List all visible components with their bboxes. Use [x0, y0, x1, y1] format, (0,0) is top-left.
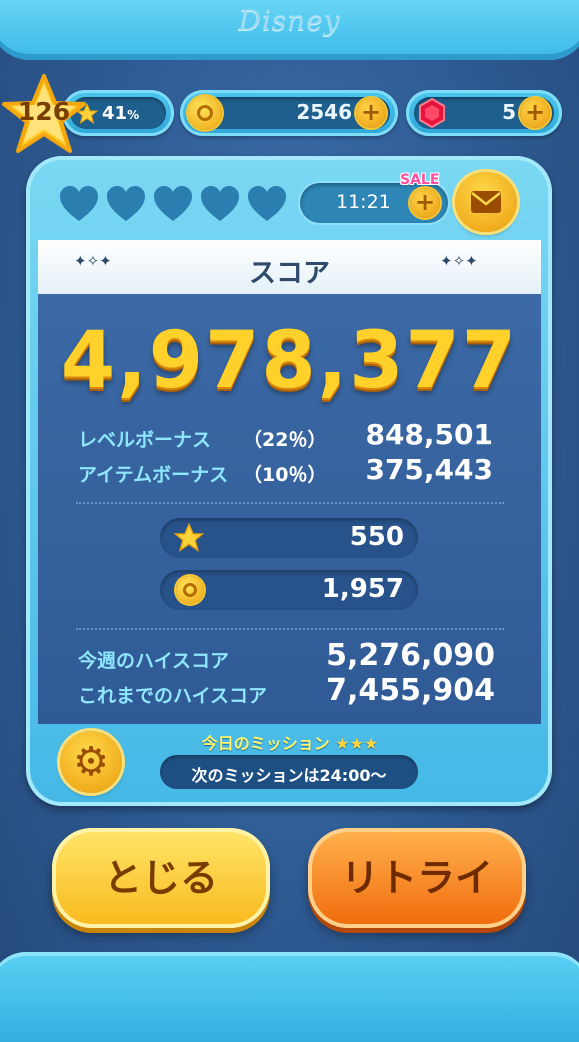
- sale-badge: SALE: [400, 172, 440, 188]
- mail-icon: [471, 191, 501, 213]
- gems-value: 5: [502, 100, 516, 124]
- level-bonus-value: 848,501: [365, 418, 493, 451]
- coins-value: 2546: [296, 100, 352, 124]
- level-percent-unit: %: [127, 108, 140, 122]
- item-bonus-pct: （10％）: [243, 464, 327, 486]
- sparkle-icon: ✦✧✦: [440, 252, 478, 270]
- next-mission-text: 次のミッションは24:00〜: [191, 766, 387, 785]
- all-time-high-value: 7,455,904: [326, 673, 495, 708]
- add-gems-button[interactable]: +: [520, 98, 550, 128]
- exp-star-icon: [174, 523, 204, 552]
- weekly-high-value: 5,276,090: [326, 638, 495, 673]
- level-percent: 41%: [102, 103, 139, 124]
- weekly-high-label: 今週のハイスコア: [78, 650, 230, 672]
- divider: [76, 502, 504, 504]
- bottom-bar: [0, 952, 579, 1042]
- mailbox-button[interactable]: [455, 172, 517, 232]
- heart-icon: [107, 186, 145, 221]
- settings-button[interactable]: ⚙: [60, 731, 122, 793]
- coin-icon: [176, 576, 204, 604]
- buy-hearts-button[interactable]: +: [410, 188, 440, 218]
- all-time-high-label: これまでのハイスコア: [78, 685, 268, 707]
- daily-mission-label: 今日のミッション: [201, 734, 330, 753]
- item-bonus-label: アイテムボーナス: [78, 464, 229, 486]
- gems-pill: 5 +: [406, 90, 562, 136]
- level-number: 126: [17, 97, 71, 126]
- coins-earned-pill: 1,957: [160, 570, 418, 610]
- exp-earned-pill: 550: [160, 518, 418, 558]
- heart-icon: [201, 186, 239, 221]
- mission-stars: ★★★: [335, 734, 379, 753]
- divider: [76, 628, 504, 630]
- level-bonus-pct: （22％）: [243, 429, 327, 451]
- heart-icon: [248, 186, 286, 221]
- coins-earned-value: 1,957: [321, 574, 404, 604]
- heart-timer: 11:21: [336, 191, 391, 213]
- total-score: 4,978,377: [60, 316, 519, 406]
- heart-icon: [60, 186, 98, 221]
- level-percent-value: 41: [102, 103, 128, 124]
- gear-icon: ⚙: [73, 739, 109, 785]
- heart-icon: [154, 186, 192, 221]
- item-bonus-value: 375,443: [365, 453, 493, 486]
- retry-button[interactable]: リトライ: [308, 828, 526, 928]
- brand-logo: Disney: [238, 4, 341, 37]
- coin-icon: [188, 96, 222, 130]
- close-button[interactable]: とじる: [52, 828, 270, 928]
- exp-star-icon: [76, 103, 98, 125]
- coins-pill: 2546 +: [180, 90, 398, 136]
- level-bonus-label: レベルボーナス: [78, 429, 212, 451]
- gem-icon: [419, 97, 445, 129]
- daily-mission-title: 今日のミッション ★★★: [160, 730, 420, 754]
- add-coins-button[interactable]: +: [356, 98, 386, 128]
- exp-earned-value: 550: [349, 522, 404, 552]
- sparkle-icon: ✦✧✦: [74, 252, 112, 270]
